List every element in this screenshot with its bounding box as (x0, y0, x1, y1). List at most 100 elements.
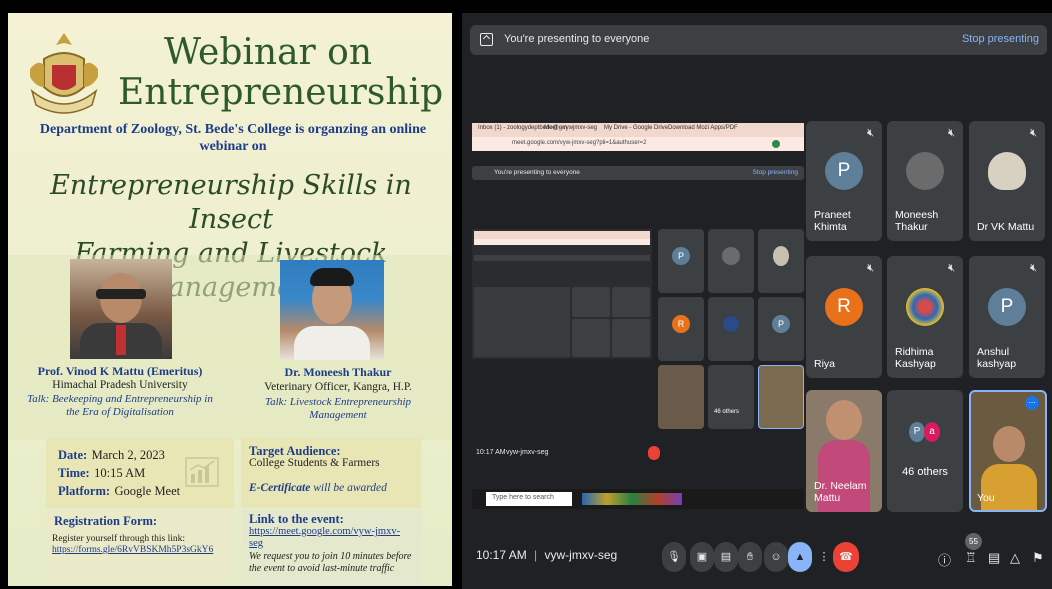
address-url[interactable]: meet.google.com/vyw-jmxv-seg?pli=1&authu… (512, 140, 646, 146)
others-avatar-1: P (909, 422, 925, 442)
participant-name: Dr VK Mattu (977, 221, 1035, 233)
presenting-banner-text: You're presenting to everyone (504, 33, 650, 45)
mini-tile-praneet: P (658, 229, 704, 293)
speaker2-photo (280, 260, 384, 360)
mini-tile-riya: R (658, 297, 704, 361)
others-avatar-2: a (924, 422, 940, 442)
participant-avatar: P (988, 288, 1026, 327)
leave-call-button[interactable]: ☎︎ (833, 542, 859, 572)
mini-others-label: 46 others (714, 409, 740, 415)
chat-icon[interactable]: ▤ (988, 550, 1000, 566)
participant-tile[interactable]: Dr. Neelam Mattu (806, 390, 882, 512)
more-options-icon[interactable]: ⋯ (1025, 396, 1039, 410)
platform-label: Platform: (58, 484, 111, 498)
time-value: 10:15 AM (94, 466, 146, 480)
registration-box: Registration Form: Register yourself thr… (46, 510, 234, 580)
speaker1-photo (70, 259, 172, 359)
speaker1-talk-line1: Talk: Beekeeping and Entrepreneurship in (27, 393, 213, 405)
time-label: Time: (58, 466, 90, 480)
date-value: March 2, 2023 (91, 448, 165, 462)
nested-bottom-bar: 10:17 AM vyw-jmxv-seg (472, 443, 804, 465)
poster-title-line1: Webinar on (163, 32, 373, 73)
participant-tile[interactable]: 🔇︎ R Riya (806, 256, 882, 378)
browser-tab-4[interactable]: Download Mozi Apps/PDF (668, 125, 738, 131)
speaker2-talk-line1: Talk: Livestock Entrepreneurship (264, 396, 412, 408)
taskbar-search[interactable]: Type here to search (486, 492, 572, 506)
participant-name: Riya (814, 358, 836, 370)
browser-tab-3[interactable]: My Drive - Google Drive (604, 125, 668, 131)
meet-control-bar: 10:17 AM | vyw-jmxv-seg 🎙︎ ▣ ▤ ✋︎ ☺ ▲ ⋮ … (462, 528, 1052, 589)
mic-button[interactable]: 🎙︎ (662, 542, 686, 572)
meeting-info-icon[interactable]: ⓘ (938, 550, 951, 569)
speaker2-affiliation: Veterinary Officer, Kangra, H.P. (264, 381, 412, 393)
speaker1-name: Prof. Vinod K Mattu (Emeritus) (37, 364, 203, 378)
mini-tile-anshul: P (758, 297, 804, 361)
audience-value: College Students & Farmers (249, 457, 380, 469)
participant-tile[interactable]: 🔇︎ Moneesh Thakur (887, 121, 963, 241)
taskbar-app-icons[interactable] (582, 493, 682, 505)
mic-off-icon: 🔇︎ (867, 127, 874, 139)
time-code-divider: | (534, 548, 538, 562)
meeting-time: 10:17 AM (476, 548, 527, 562)
activities-icon[interactable]: △ (1010, 550, 1020, 566)
presenting-banner: You're presenting to everyone Stop prese… (470, 25, 1047, 55)
audience-box: Target Audience: College Students & Farm… (241, 438, 421, 508)
participant-tile[interactable]: 🔇︎ P Anshul kashyap (969, 256, 1045, 378)
nested-leave-button[interactable] (648, 446, 660, 460)
mini-tile-you (758, 365, 804, 429)
host-controls-icon[interactable]: ⚑︎ (1032, 550, 1044, 566)
participant-photo (988, 152, 1026, 191)
registration-link[interactable]: https://forms.gle/6RvVBSKMh5P3sGkY6 (52, 545, 213, 555)
mini-avatar-r: R (672, 314, 690, 333)
event-note-line2: the event to avoid last-minute traffic (249, 563, 395, 574)
present-screen-button[interactable]: ▲ (788, 542, 812, 572)
mini-tile-others: 46 others (708, 365, 754, 429)
event-link-box: Link to the event: https://meet.google.c… (241, 510, 421, 586)
self-tile[interactable]: ⋯ You (969, 390, 1047, 512)
participant-tile-others[interactable]: P a 46 others (887, 390, 963, 512)
participant-tile[interactable]: 🔇︎ Ridhima Kashyap (887, 256, 963, 378)
certificate-label: E-Certificate (249, 482, 311, 494)
certificate-value: will be awarded (313, 482, 387, 494)
growth-chart-icon (185, 457, 219, 487)
browser-tab-2[interactable]: Meet - vywjmxv-seg (544, 125, 597, 131)
participant-name: Anshul kashyap (977, 346, 1017, 370)
emoji-button[interactable]: ☺ (764, 542, 788, 572)
nested-time: 10:17 AM (476, 449, 506, 456)
event-link-line2[interactable]: seg (249, 538, 263, 549)
participant-tile[interactable]: 🔇︎ P Praneet Khimta (806, 121, 882, 241)
poster-title-line2: Entrepreneurship (118, 72, 444, 113)
meeting-time-code: 10:17 AM | vyw-jmxv-seg (476, 548, 617, 562)
participant-name: Praneet Khimta (814, 209, 851, 233)
mic-off-icon: 🔇︎ (948, 262, 955, 274)
browser-tab-strip: Inbox (1) - zoologydeptbede@gm Meet - vy… (472, 123, 804, 137)
speaker2-name: Dr. Moneesh Thakur (284, 365, 392, 379)
participant-avatar: R (825, 288, 863, 327)
poster-department: Department of Zoology, St. Bede's Colleg… (28, 121, 438, 155)
camera-button[interactable]: ▣ (690, 542, 714, 572)
present-screen-icon (480, 33, 493, 46)
mini-avatar-p: P (672, 246, 690, 265)
participant-avatar (906, 288, 944, 327)
profile-icon[interactable] (772, 140, 780, 148)
captions-button[interactable]: ▤ (714, 542, 738, 572)
event-link-label: Link to the event: (249, 512, 344, 526)
nested-banner-text: You're presenting to everyone (494, 169, 580, 176)
people-icon[interactable]: ♖ (965, 550, 977, 566)
mini-tile-ridhima (708, 297, 754, 361)
participant-tile[interactable]: 🔇︎ Dr VK Mattu (969, 121, 1045, 241)
mic-off-icon: 🔇︎ (1030, 262, 1037, 274)
date-time-box: Date: March 2, 2023 Time: 10:15 AM Platf… (46, 438, 234, 508)
participant-avatar: P (825, 152, 863, 191)
windows-taskbar: Type here to search (472, 489, 804, 509)
participant-name: Ridhima Kashyap (895, 346, 936, 370)
nested-stop-presenting[interactable]: Stop presenting (752, 169, 798, 176)
raise-hand-button[interactable]: ✋︎ (738, 542, 762, 572)
event-link-line1[interactable]: https://meet.google.com/vyw-jmxv- (249, 526, 400, 537)
mic-off-icon: 🔇︎ (948, 127, 955, 139)
dept-line2: webinar on (199, 139, 267, 154)
nested-meeting-code: vyw-jmxv-seg (506, 449, 549, 456)
event-note-line1: We request you to join 10 minutes before (249, 551, 412, 562)
mini-tile-mattu (758, 229, 804, 293)
stop-presenting-button[interactable]: Stop presenting (962, 33, 1039, 45)
